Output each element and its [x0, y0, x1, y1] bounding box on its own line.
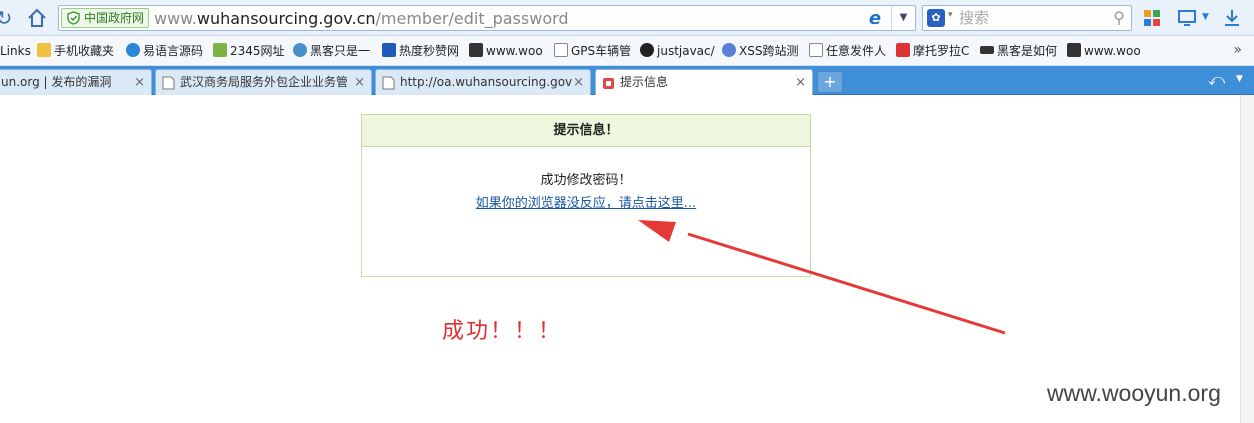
red-arrow-annotation	[638, 220, 1006, 335]
